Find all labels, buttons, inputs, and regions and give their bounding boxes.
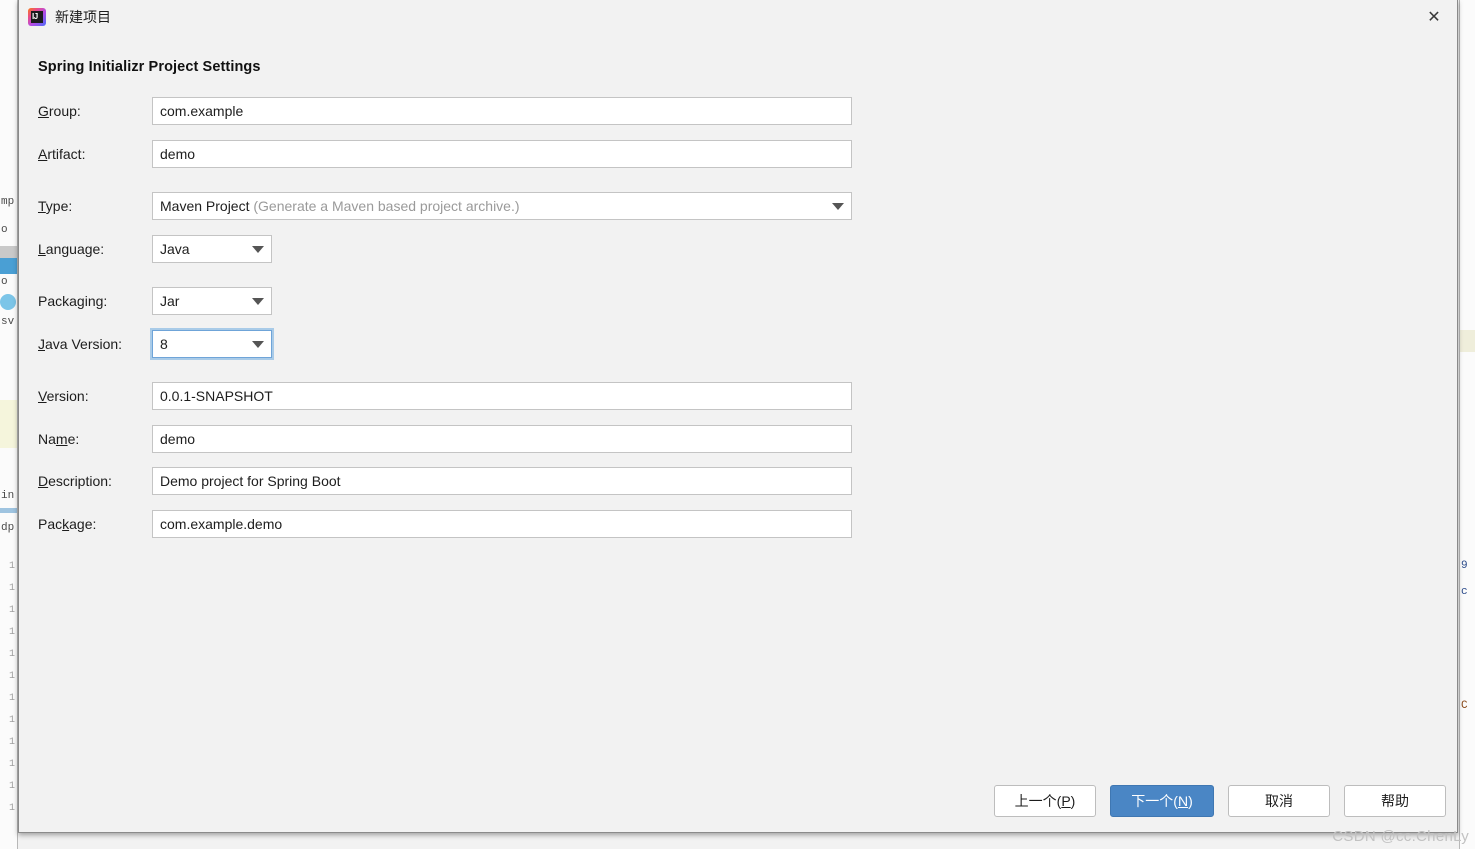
chevron-down-icon — [252, 245, 264, 253]
form-row-package: Package: com.example.demo — [38, 510, 852, 538]
artifact-input[interactable]: demo — [152, 140, 852, 168]
form-row-name: Name: demo — [38, 425, 852, 453]
language-label: Language: — [38, 241, 105, 257]
form-row-packaging: Packaging: Jar — [38, 287, 272, 315]
version-input-value: 0.0.1-SNAPSHOT — [160, 388, 273, 404]
packaging-dropdown[interactable]: Jar — [152, 287, 272, 315]
editor-strip-right: 9 c C — [1459, 0, 1475, 849]
package-label: Package: — [38, 516, 97, 532]
intellij-idea-icon: IJ — [28, 8, 46, 26]
bg-text-fragment: o — [1, 224, 8, 236]
artifact-label: Artifact: — [38, 146, 86, 162]
intellij-idea-icon-mark: IJ — [32, 12, 38, 21]
chevron-down-icon — [252, 297, 264, 305]
artifact-input-value: demo — [160, 146, 196, 162]
version-input[interactable]: 0.0.1-SNAPSHOT — [152, 382, 852, 410]
group-input[interactable]: com.example — [152, 97, 852, 125]
language-dropdown-value: Java — [160, 241, 190, 257]
version-label: Version: — [38, 388, 89, 404]
group-input-value: com.example — [160, 103, 244, 119]
new-project-dialog: IJ 新建项目 ✕ Spring Initializr Project Sett… — [18, 0, 1458, 833]
bg-circle-icon — [0, 294, 16, 310]
dialog-title: 新建项目 — [55, 9, 111, 25]
java-version-dropdown-value: 8 — [160, 336, 168, 352]
form-row-artifact: Artifact: demo — [38, 140, 852, 168]
dialog-body: Spring Initializr Project Settings Group… — [19, 34, 1457, 833]
form-row-java-version: Java Version: 8 — [38, 330, 272, 358]
close-icon[interactable]: ✕ — [1411, 0, 1457, 33]
bg-text-fragment: c — [1461, 586, 1468, 598]
bg-text-fragment: in — [1, 490, 15, 502]
name-label: Name: — [38, 431, 80, 447]
java-version-label: Java Version: — [38, 336, 123, 352]
bg-text-fragment: dp — [1, 522, 15, 534]
dialog-footer: 上一个(P) 下一个(N) 取消 帮助 — [19, 771, 1457, 833]
bg-selection-highlight — [0, 258, 17, 274]
chevron-down-icon — [252, 340, 264, 348]
type-dropdown-value: Maven Project (Generate a Maven based pr… — [160, 198, 520, 214]
form-row-version: Version: 0.0.1-SNAPSHOT — [38, 382, 852, 410]
section-heading: Spring Initializr Project Settings — [38, 59, 261, 75]
cancel-button[interactable]: 取消 — [1228, 785, 1330, 817]
form-row-description: Description: Demo project for Spring Boo… — [38, 467, 852, 495]
description-label: Description: — [38, 473, 112, 489]
previous-button[interactable]: 上一个(P) — [994, 785, 1096, 817]
package-input[interactable]: com.example.demo — [152, 510, 852, 538]
bg-text-fragment: o — [1, 276, 8, 288]
bg-swatch — [0, 246, 17, 258]
bg-text-fragment: 9 — [1461, 560, 1468, 572]
group-label: Group: — [38, 103, 81, 119]
packaging-label: Packaging: — [38, 293, 108, 309]
form-row-group: Group: com.example — [38, 97, 852, 125]
bg-text-fragment: C — [1461, 700, 1468, 712]
bg-highlight-band — [1460, 330, 1475, 352]
language-dropdown[interactable]: Java — [152, 235, 272, 263]
name-input-value: demo — [160, 431, 196, 447]
description-input-value: Demo project for Spring Boot — [160, 473, 341, 489]
chevron-down-icon — [832, 202, 844, 210]
type-dropdown[interactable]: Maven Project (Generate a Maven based pr… — [152, 192, 852, 220]
form-row-language: Language: Java — [38, 235, 272, 263]
bg-text-fragment: sv — [1, 316, 15, 328]
packaging-dropdown-value: Jar — [160, 293, 180, 309]
editor-gutter-left: mp o o sv in dp 111 111 111 111 — [0, 0, 18, 849]
description-input[interactable]: Demo project for Spring Boot — [152, 467, 852, 495]
gutter-line-numbers: 111 111 111 111 — [8, 561, 15, 814]
watermark: CSDN @cc.ChenLy — [1332, 828, 1469, 845]
bg-text-fragment: mp — [1, 196, 15, 208]
name-input[interactable]: demo — [152, 425, 852, 453]
java-version-dropdown[interactable]: 8 — [152, 330, 272, 358]
bg-swatch — [0, 508, 17, 513]
type-dropdown-hint: (Generate a Maven based project archive.… — [249, 198, 520, 214]
package-input-value: com.example.demo — [160, 516, 283, 532]
form-row-type: Type: Maven Project (Generate a Maven ba… — [38, 192, 852, 220]
type-label: Type: — [38, 198, 73, 214]
dialog-titlebar: IJ 新建项目 ✕ — [19, 0, 1457, 34]
bg-highlight-band — [0, 400, 17, 448]
next-button[interactable]: 下一个(N) — [1110, 785, 1214, 817]
help-button[interactable]: 帮助 — [1344, 785, 1446, 817]
